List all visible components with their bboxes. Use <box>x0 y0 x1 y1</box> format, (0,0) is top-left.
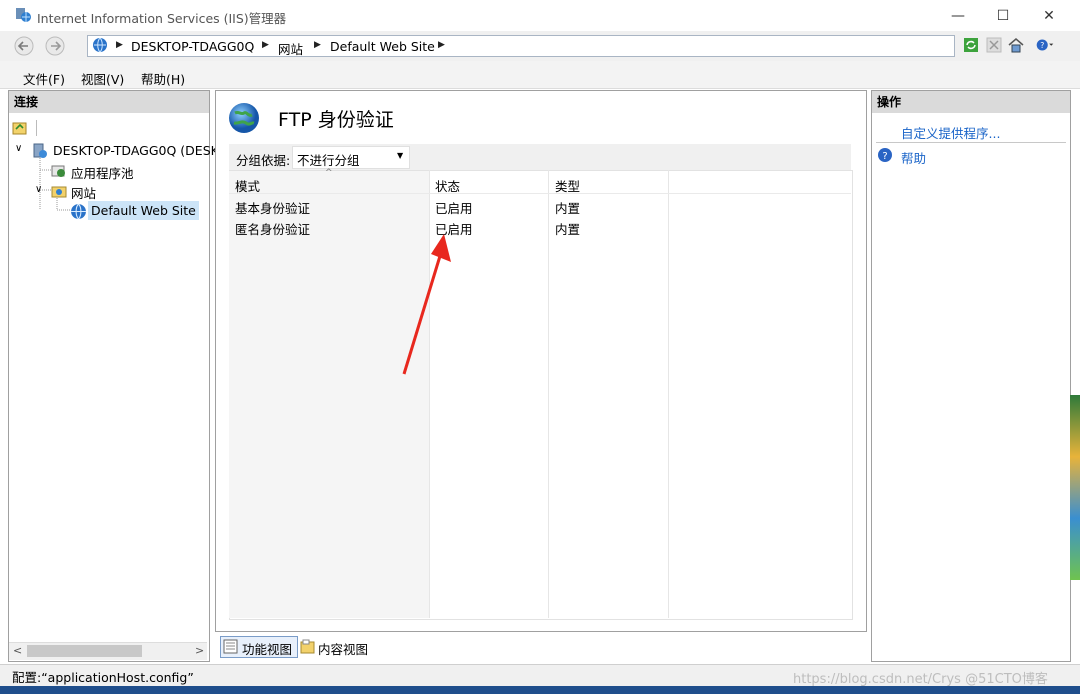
scroll-right-icon[interactable]: > <box>195 644 204 657</box>
status-text: 配置:“applicationHost.config” <box>12 670 194 685</box>
tree-expand-icon[interactable]: ∨ <box>35 184 42 195</box>
connections-header: 连接 <box>9 91 209 113</box>
maximize-button[interactable]: ☐ <box>980 0 1026 31</box>
sites-folder-icon <box>51 186 67 198</box>
breadcrumb-site[interactable]: Default Web Site <box>330 39 435 54</box>
window-title: Internet Information Services (IIS)管理器 <box>37 11 287 26</box>
svg-text:?: ? <box>1040 41 1044 50</box>
menu-file[interactable]: 文件(F) <box>23 69 65 88</box>
help-icon: ? <box>878 148 892 162</box>
table-row[interactable] <box>229 197 851 217</box>
action-custom-providers[interactable]: 自定义提供程序... <box>901 123 1000 142</box>
breadcrumb-sites[interactable]: 网站 <box>278 39 303 58</box>
row-mode: 基本身份验证 <box>235 201 311 216</box>
row-type: 内置 <box>555 222 581 237</box>
forward-arrow-icon[interactable] <box>43 34 67 58</box>
features-view-icon <box>223 639 238 654</box>
minimize-button[interactable]: — <box>935 0 981 31</box>
toolbar-divider <box>36 120 37 136</box>
server-icon <box>33 143 47 158</box>
group-by-value: 不进行分组 <box>297 153 360 168</box>
tab-content-view[interactable]: 内容视图 <box>318 639 368 658</box>
scrollbar-thumb[interactable] <box>27 645 142 657</box>
tree-item-sites[interactable]: 网站 <box>71 183 96 202</box>
page-title: FTP 身份验证 <box>278 109 394 131</box>
breadcrumb-separator-icon: ▶ <box>262 40 269 50</box>
website-globe-icon <box>71 203 86 220</box>
desktop-background <box>1070 395 1080 580</box>
tree-expand-icon[interactable]: ∨ <box>15 143 22 154</box>
annotation-arrow-icon <box>402 234 451 375</box>
row-mode: 匿名身份验证 <box>235 222 311 237</box>
table-row[interactable] <box>229 218 851 238</box>
taskbar <box>0 686 1080 694</box>
action-help[interactable]: 帮助 <box>901 148 926 167</box>
app-pool-icon <box>51 165 65 177</box>
row-status: 已启用 <box>435 201 473 216</box>
connect-icon[interactable] <box>12 120 28 139</box>
chevron-down-icon[interactable]: ▼ <box>397 151 403 160</box>
content-view-icon <box>300 639 315 654</box>
actions-panel: 操作 <box>871 90 1071 662</box>
title-bar: Internet Information Services (IIS)管理器 —… <box>0 0 1080 31</box>
header-divider <box>229 193 851 194</box>
breadcrumb-server[interactable]: DESKTOP-TDAGG0Q <box>131 39 254 54</box>
ftp-auth-globe-icon <box>229 103 259 133</box>
watermark-text: https://blog.csdn.net/Crys @51CTO博客 <box>793 672 1048 687</box>
iis-app-icon <box>16 8 31 22</box>
tree-item-server[interactable]: DESKTOP-TDAGG0Q (DESK <box>53 143 219 158</box>
tree-item-app-pools[interactable]: 应用程序池 <box>71 163 134 182</box>
group-by-label: 分组依据: <box>236 153 291 168</box>
row-type: 内置 <box>555 201 581 216</box>
globe-icon <box>93 37 107 53</box>
scroll-left-icon[interactable]: < <box>13 644 22 657</box>
back-arrow-icon[interactable] <box>12 34 36 58</box>
breadcrumb-separator-icon: ▶ <box>314 40 321 50</box>
column-header-status[interactable]: 状态 <box>435 176 460 195</box>
sort-up-icon: ^ <box>325 168 333 178</box>
menu-help[interactable]: 帮助(H) <box>141 69 185 88</box>
column-header-type[interactable]: 类型 <box>555 176 580 195</box>
breadcrumb-separator-icon: ▶ <box>438 40 445 50</box>
actions-divider <box>876 142 1066 143</box>
breadcrumb-separator-icon: ▶ <box>116 40 123 50</box>
actions-header: 操作 <box>872 91 1070 113</box>
column-header-mode[interactable]: 模式 <box>235 176 260 195</box>
tree-item-default-web-site[interactable]: Default Web Site <box>88 201 199 220</box>
help-dropdown-icon[interactable]: ? <box>1036 36 1054 54</box>
svg-text:?: ? <box>882 151 887 162</box>
tab-features-view-label: 功能视图 <box>242 642 293 657</box>
close-button[interactable]: ✕ <box>1026 0 1072 31</box>
home-icon[interactable] <box>1007 36 1025 54</box>
refresh-icon[interactable] <box>962 36 980 54</box>
menu-view[interactable]: 视图(V) <box>81 69 124 88</box>
stop-icon[interactable] <box>985 36 1003 54</box>
